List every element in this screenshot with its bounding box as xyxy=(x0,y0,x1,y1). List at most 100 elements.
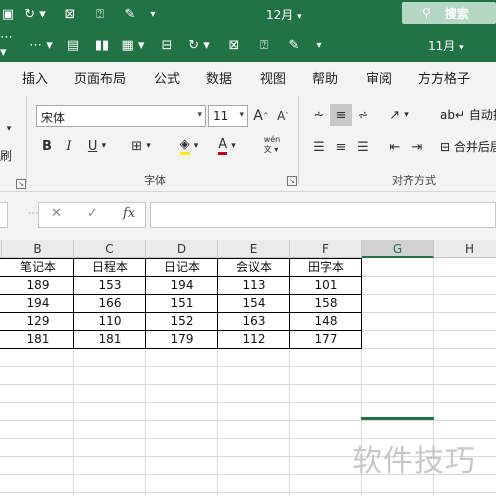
table-header-cell[interactable]: 笔记本 xyxy=(2,258,74,276)
column-header-e[interactable]: E xyxy=(218,240,290,258)
align-center-icon[interactable]: ≡ xyxy=(330,136,352,158)
tab-data[interactable]: 数据 xyxy=(206,68,232,87)
table-cell[interactable]: 151 xyxy=(146,294,218,312)
table-cell[interactable]: 152 xyxy=(146,312,218,330)
table-header-cell[interactable]: 会议本 xyxy=(218,258,290,276)
font-size-select[interactable]: 11 ▾ xyxy=(208,105,248,127)
table-cell[interactable]: 153 xyxy=(74,276,146,294)
font-dialog-launcher-icon[interactable]: ↘ xyxy=(287,176,297,186)
align-top-icon[interactable]: ⩪ xyxy=(308,104,330,126)
chevron-down-icon: ▾ xyxy=(197,110,202,120)
column-header-g[interactable]: G xyxy=(362,240,434,258)
chart-icon[interactable]: ▮▮ xyxy=(92,35,112,55)
tab-formulas[interactable]: 公式 xyxy=(154,68,180,87)
tab-page-layout[interactable]: 页面布局 xyxy=(74,68,126,87)
title-dropdown-icon[interactable]: ▾ xyxy=(297,12,302,22)
table-cell[interactable]: 181 xyxy=(2,330,74,348)
table-cell[interactable]: 189 xyxy=(2,276,74,294)
underline-button[interactable]: U ▾ xyxy=(82,136,112,156)
fill-color-button[interactable]: ◈ ▾ xyxy=(172,136,206,156)
formula-buttons: ✕ ✓ fx xyxy=(38,202,146,228)
bold-button[interactable]: B xyxy=(38,136,56,156)
insert-function-icon[interactable]: fx xyxy=(123,206,135,221)
align-bottom-icon[interactable]: ⩫ xyxy=(352,104,374,126)
resize-handle-icon[interactable]: ⋮ xyxy=(27,208,38,217)
alignment-dialog-launcher-icon[interactable]: ↘ xyxy=(16,179,26,189)
table-header-cell[interactable]: 田字本 xyxy=(290,258,362,276)
fill-bucket-icon: ◈ xyxy=(179,137,190,155)
paste-dropdown-icon[interactable]: ▾ xyxy=(4,122,14,136)
table-cell[interactable]: 110 xyxy=(74,312,146,330)
merge-icon: ⊟ xyxy=(440,140,451,154)
align-left-icon[interactable]: ☰ xyxy=(308,136,330,158)
table-icon[interactable]: ▤ xyxy=(64,35,82,55)
font-color-button[interactable]: A ▾ xyxy=(210,136,244,156)
table-cell[interactable]: 113 xyxy=(218,276,290,294)
increase-indent-icon[interactable]: ⇥ xyxy=(406,136,428,158)
table-cell[interactable]: 129 xyxy=(2,312,74,330)
table-cell[interactable]: 194 xyxy=(146,276,218,294)
qat-month-dropdown[interactable]: 11月 ▾ xyxy=(428,37,464,54)
watermark: 软件技巧 xyxy=(352,444,476,479)
redo-icon-2[interactable]: ↻ ▾ xyxy=(184,35,214,55)
italic-button[interactable]: I xyxy=(60,136,78,156)
font-name-select[interactable]: 宋体 ▾ xyxy=(36,105,206,127)
tab-review[interactable]: 审阅 xyxy=(366,68,392,87)
cancel-icon[interactable]: ✕ xyxy=(51,206,62,221)
table-cell[interactable]: 112 xyxy=(218,330,290,348)
column-header-f[interactable]: F xyxy=(290,240,362,258)
grid-icon[interactable]: ▦ ▾ xyxy=(118,35,148,55)
table-cell[interactable]: 166 xyxy=(74,294,146,312)
help-icon[interactable]: ⍰ xyxy=(90,4,110,24)
tab-fangfanggezi[interactable]: 方方格子 xyxy=(418,68,470,87)
format-painter-icon-2[interactable]: ✎ xyxy=(284,35,304,55)
align-right-icon[interactable]: ☰ xyxy=(352,136,374,158)
table-cell[interactable]: 181 xyxy=(74,330,146,348)
column-header-h[interactable]: H xyxy=(434,240,496,258)
borders-button[interactable]: ⊞ ▾ xyxy=(126,136,156,156)
table-cell[interactable]: 194 xyxy=(2,294,74,312)
increase-font-icon[interactable]: A ^ xyxy=(250,105,272,127)
merge-center-button[interactable]: ⊟ 合并后居中 xyxy=(440,138,496,155)
customize-qat-icon[interactable]: ▾ xyxy=(146,4,160,24)
screenshot-icon-2[interactable]: ⊠ xyxy=(224,35,244,55)
tab-view[interactable]: 视图 xyxy=(260,68,286,87)
borders-dropdown-icon[interactable]: ⋯ ▾ xyxy=(26,35,56,55)
screenshot-icon[interactable]: ⊠ xyxy=(60,4,80,24)
redo-icon[interactable]: ↻ ▾ xyxy=(20,4,50,24)
column-header-b[interactable]: B xyxy=(2,240,74,258)
decrease-font-icon[interactable]: Aˇ xyxy=(272,105,294,127)
table-cell[interactable]: 163 xyxy=(218,312,290,330)
help-icon-2[interactable]: ⍰ xyxy=(254,35,274,55)
decrease-indent-icon[interactable]: ⇤ xyxy=(384,136,406,158)
table-cell[interactable]: 148 xyxy=(290,312,362,330)
save-icon[interactable]: ▣ xyxy=(0,4,16,24)
table-cell[interactable]: 154 xyxy=(218,294,290,312)
format-painter-icon[interactable]: ✎ xyxy=(120,4,140,24)
column-header-d[interactable]: D xyxy=(146,240,218,258)
formula-input[interactable] xyxy=(150,202,496,228)
ribbon-tabs: 插入 页面布局 公式 数据 视图 帮助 审阅 方方格子 xyxy=(0,62,496,90)
customize-qat-icon-2[interactable]: ▾ xyxy=(312,35,326,55)
name-box[interactable] xyxy=(0,202,8,228)
tab-help[interactable]: 帮助 xyxy=(312,68,338,87)
table-cell[interactable]: 101 xyxy=(290,276,362,294)
orientation-icon[interactable]: ↗ ▾ xyxy=(382,104,416,126)
table-header-cell[interactable]: 日程本 xyxy=(74,258,146,276)
column-header-c[interactable]: C xyxy=(74,240,146,258)
phonetic-guide-icon[interactable]: wén 文 ▾ xyxy=(254,134,290,156)
table-cell[interactable]: 158 xyxy=(290,294,362,312)
tab-insert[interactable]: 插入 xyxy=(22,68,48,87)
wrap-text-button[interactable]: ab↵ 自动换行 xyxy=(440,106,496,123)
print-preview-icon[interactable]: ⊟ xyxy=(158,35,176,55)
align-middle-icon[interactable]: ≡ xyxy=(330,104,352,126)
table-cell[interactable]: 179 xyxy=(146,330,218,348)
table-cell[interactable]: 177 xyxy=(290,330,362,348)
table-header-cell[interactable]: 日记本 xyxy=(146,258,218,276)
search-box[interactable]: ⚲ 搜索 xyxy=(402,2,496,24)
ribbon-separator xyxy=(26,96,27,184)
format-painter-label[interactable]: 刷 xyxy=(0,146,12,164)
borders-icon[interactable]: ⋯ ▾ xyxy=(0,30,22,60)
enter-icon[interactable]: ✓ xyxy=(87,206,98,221)
worksheet-grid[interactable]: B C D E F G H 笔记本 日程本 日记本 会议本 田字本 189 15… xyxy=(0,240,496,496)
